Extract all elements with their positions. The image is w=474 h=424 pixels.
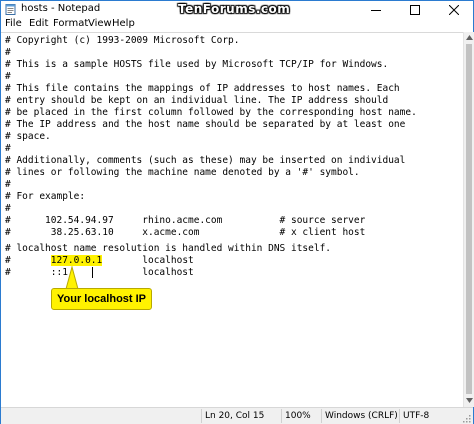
text-editor[interactable]: # Copyright (c) 1993-2009 Microsoft Corp… — [1, 32, 463, 407]
window-title: hosts - Notepad — [21, 3, 101, 14]
localhost-ip-line: # 127.0.0.1 localhost — [5, 255, 194, 267]
menu-file[interactable]: File — [5, 18, 22, 29]
menu-bar: File Edit Format View Help — [1, 18, 473, 32]
text-cursor — [92, 267, 93, 278]
encoding: UTF-8 — [403, 411, 430, 421]
minimize-icon — [371, 9, 381, 11]
text-line: # 38.25.63.10 x.acme.com # x client host — [5, 227, 366, 238]
status-divider — [399, 409, 400, 423]
scroll-down-button[interactable] — [464, 395, 474, 406]
close-button[interactable] — [435, 1, 473, 18]
resize-grip-icon[interactable] — [462, 414, 471, 423]
status-bar: Ln 20, Col 15 100% Windows (CRLF) UTF-8 — [1, 407, 473, 424]
minimize-button[interactable] — [357, 1, 395, 18]
chevron-up-icon — [465, 35, 473, 40]
text-line: # The IP address and the host name shoul… — [5, 119, 406, 130]
text-line: # localhost name resolution is handled w… — [5, 243, 332, 254]
menu-view[interactable]: View — [88, 18, 112, 29]
notepad-window: hosts - Notepad TenForums.com File Edit … — [0, 0, 474, 424]
text-line: # Additionally, comments (such as these)… — [5, 155, 406, 166]
status-divider — [281, 409, 282, 423]
text-line: # lines or following the machine name de… — [5, 167, 360, 178]
text-line: # space. — [5, 131, 51, 142]
text-line: # — [5, 47, 11, 58]
scroll-up-button[interactable] — [464, 32, 474, 43]
notepad-icon — [5, 4, 16, 15]
status-divider — [201, 409, 202, 423]
title-bar[interactable]: hosts - Notepad TenForums.com — [1, 1, 473, 18]
text-line: # 102.54.94.97 rhino.acme.com # source s… — [5, 215, 366, 226]
text-line: # For example: — [5, 191, 86, 202]
text-line: # This file contains the mappings of IP … — [5, 83, 400, 94]
maximize-button[interactable] — [396, 1, 434, 18]
text-line: # Copyright (c) 1993-2009 Microsoft Corp… — [5, 35, 240, 46]
status-divider — [321, 409, 322, 423]
text-line: # — [5, 143, 11, 154]
maximize-icon — [410, 4, 420, 15]
scroll-thumb[interactable] — [466, 44, 472, 394]
line-hostname: localhost — [102, 255, 194, 266]
text-line: # — [5, 71, 11, 82]
text-line: # — [5, 203, 11, 214]
zoom-level: 100% — [285, 411, 311, 421]
close-icon — [449, 4, 459, 15]
menu-edit[interactable]: Edit — [29, 18, 48, 29]
callout-box: Your localhost IP — [51, 288, 152, 310]
line-prefix: # — [5, 255, 51, 266]
menu-format[interactable]: Format — [53, 18, 88, 29]
text-line: # — [5, 179, 11, 190]
text-line: # ::1 localhost — [5, 267, 194, 278]
callout-pointer — [65, 266, 79, 290]
line-endings: Windows (CRLF) — [325, 411, 398, 421]
text-line: # entry should be kept on an individual … — [5, 95, 389, 106]
text-line: # This is a sample HOSTS file used by Mi… — [5, 59, 389, 70]
cursor-position: Ln 20, Col 15 — [205, 411, 265, 421]
chevron-down-icon — [465, 398, 473, 403]
text-line: # be placed in the first column followed… — [5, 107, 417, 118]
watermark-logo: TenForums.com — [178, 2, 291, 16]
localhost-ip-highlight: 127.0.0.1 — [50, 255, 103, 266]
vertical-scrollbar[interactable] — [463, 32, 474, 407]
menu-help[interactable]: Help — [112, 18, 135, 29]
callout-text: Your localhost IP — [56, 293, 147, 305]
